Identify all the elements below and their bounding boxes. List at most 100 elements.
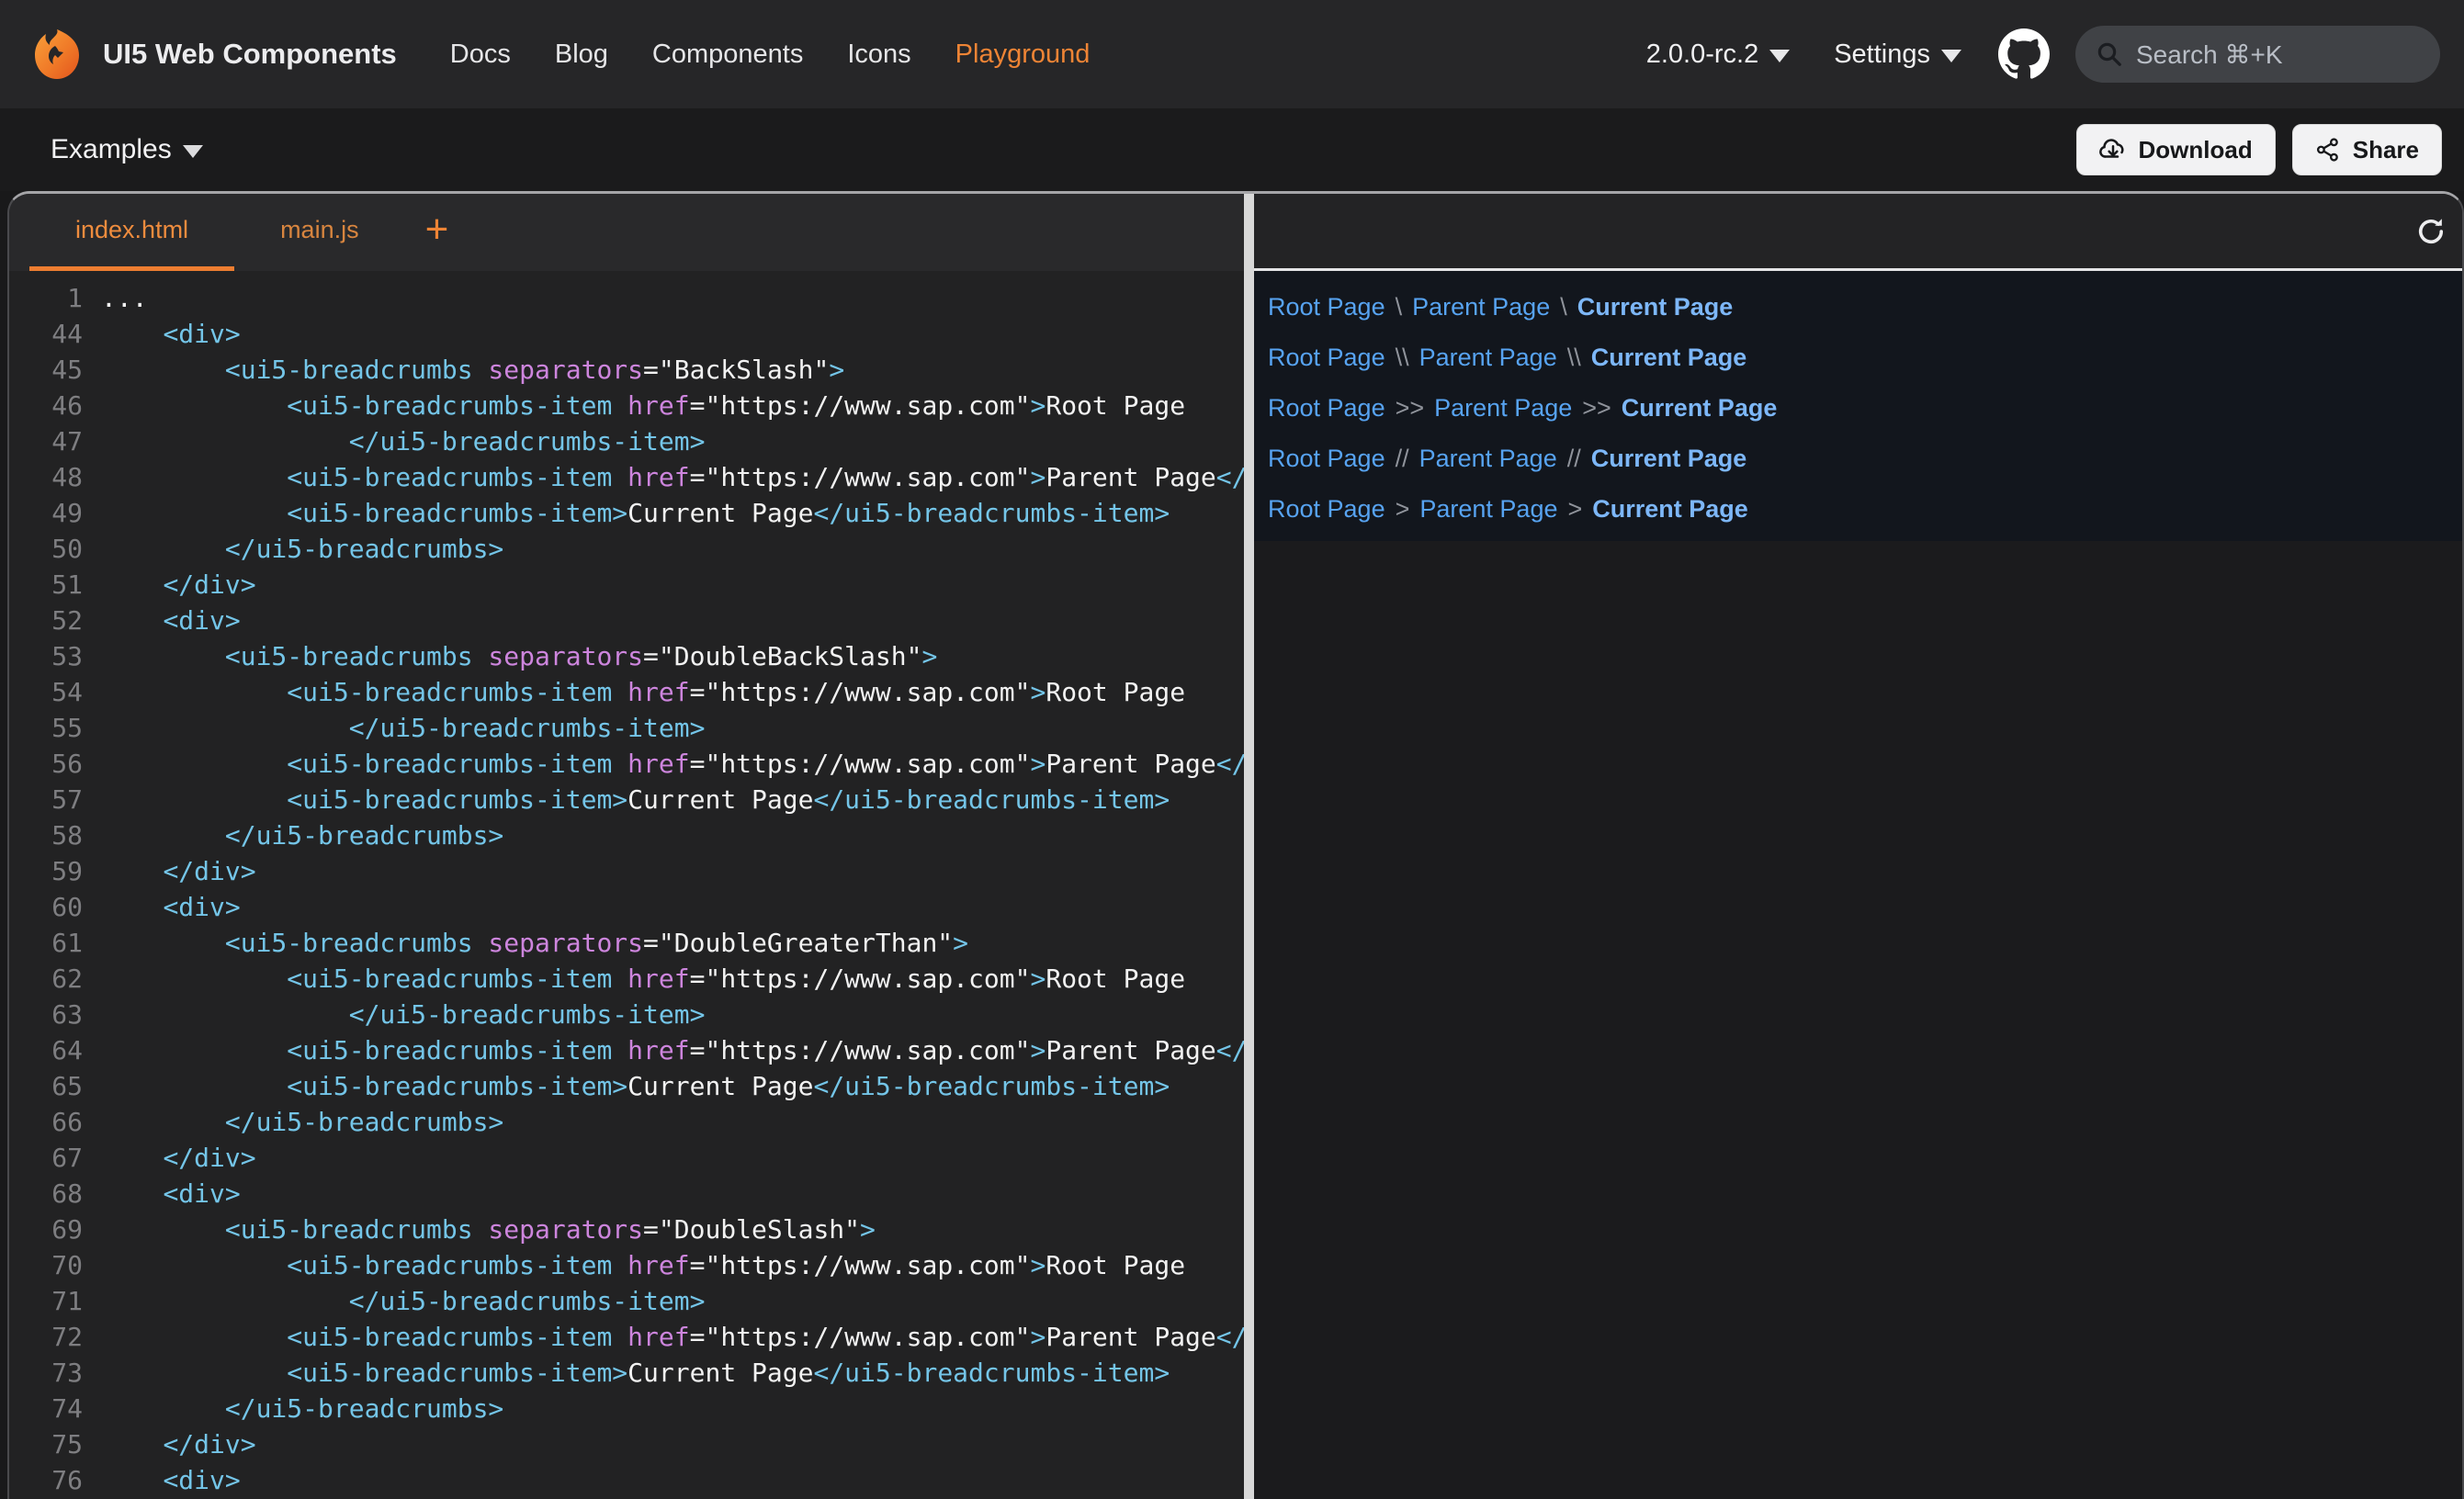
line-number: 61 — [9, 925, 83, 961]
code-line: 70 <ui5-breadcrumbs-item href="https://w… — [9, 1247, 1244, 1283]
line-number: 44 — [9, 316, 83, 352]
code-line: 66 </ui5-breadcrumbs> — [9, 1104, 1244, 1140]
code-line: 67 </div> — [9, 1140, 1244, 1176]
breadcrumbs-row: Root Page\\Parent Page\\Current Page — [1268, 332, 2462, 383]
add-tab-button[interactable]: + — [425, 194, 449, 271]
nav-links: Docs Blog Components Icons Playground — [428, 39, 1113, 70]
breadcrumb-link[interactable]: Root Page — [1268, 394, 1385, 423]
code-line: 64 <ui5-breadcrumbs-item href="https://w… — [9, 1032, 1244, 1068]
examples-toolbar: Examples Download Share — [0, 108, 2464, 191]
ui5-logo-icon[interactable] — [31, 28, 83, 81]
code-line-content: <ui5-breadcrumbs-item>Current Page</ui5-… — [101, 1068, 1170, 1104]
breadcrumb-link[interactable]: Parent Page — [1419, 344, 1557, 372]
code-line: 60 <div> — [9, 889, 1244, 925]
search-input[interactable]: Search ⌘+K — [2075, 26, 2440, 83]
playground-stage: index.htmlmain.js + 1...44 <div>45 <ui5-b… — [7, 191, 2464, 1499]
share-button[interactable]: Share — [2292, 124, 2442, 175]
nav-link-docs[interactable]: Docs — [450, 39, 511, 70]
code-line: 46 <ui5-breadcrumbs-item href="https://w… — [9, 388, 1244, 423]
code-line-content: <ui5-breadcrumbs-item>Current Page</ui5-… — [101, 782, 1170, 817]
playground-screen: UI5 Web Components Docs Blog Components Ico… — [0, 0, 2464, 1499]
breadcrumb-separator: \\ — [1396, 344, 1409, 372]
code-line-content: </div> — [101, 1140, 256, 1176]
preview-breadcrumbs: Root Page\Parent Page\Current PageRoot P… — [1254, 271, 2462, 541]
code-line-content: ... — [101, 280, 148, 316]
code-line-content: <ui5-breadcrumbs separators="DoubleSlash… — [101, 1212, 876, 1247]
code-line: 52 <div> — [9, 603, 1244, 638]
code-line: 59 </div> — [9, 853, 1244, 889]
code-line-content: </ui5-breadcrumbs> — [101, 817, 503, 853]
download-button[interactable]: Download — [2076, 124, 2276, 175]
version-selector[interactable]: 2.0.0-rc.2 — [1646, 39, 1791, 70]
code-line-content: <ui5-breadcrumbs-item>Current Page</ui5-… — [101, 495, 1170, 531]
code-line-content: </ui5-breadcrumbs-item> — [101, 710, 705, 746]
code-line: 62 <ui5-breadcrumbs-item href="https://w… — [9, 961, 1244, 997]
code-line: 55 </ui5-breadcrumbs-item> — [9, 710, 1244, 746]
github-icon[interactable] — [1998, 28, 2050, 80]
breadcrumb-link[interactable]: Root Page — [1268, 293, 1385, 321]
breadcrumbs-row: Root Page\Parent Page\Current Page — [1268, 282, 2462, 332]
breadcrumb-separator: \ — [1396, 293, 1403, 321]
nav-link-blog[interactable]: Blog — [555, 39, 608, 70]
code-area[interactable]: 1...44 <div>45 <ui5-breadcrumbs separato… — [9, 271, 1244, 1499]
settings-menu[interactable]: Settings — [1834, 39, 1961, 70]
code-line: 71 </ui5-breadcrumbs-item> — [9, 1283, 1244, 1319]
breadcrumb-link[interactable]: Parent Page — [1434, 394, 1572, 423]
code-line-content: <ui5-breadcrumbs separators="DoubleGreat… — [101, 925, 968, 961]
breadcrumb-link[interactable]: Root Page — [1268, 445, 1385, 473]
refresh-button[interactable] — [2413, 213, 2449, 250]
code-line: 45 <ui5-breadcrumbs separators="BackSlas… — [9, 352, 1244, 388]
chevron-down-icon — [1769, 50, 1790, 62]
download-label: Download — [2139, 136, 2253, 164]
editor-tab-main.js[interactable]: main.js — [234, 194, 405, 271]
chevron-down-icon — [1941, 50, 1961, 62]
line-number: 67 — [9, 1140, 83, 1176]
code-line: 74 </ui5-breadcrumbs> — [9, 1391, 1244, 1426]
line-number: 60 — [9, 889, 83, 925]
code-line: 44 <div> — [9, 316, 1244, 352]
examples-label: Examples — [51, 134, 172, 165]
line-number: 73 — [9, 1355, 83, 1391]
breadcrumb-link[interactable]: Parent Page — [1419, 445, 1557, 473]
code-line: 1... — [9, 280, 1244, 316]
breadcrumb-link[interactable]: Root Page — [1268, 344, 1385, 372]
breadcrumb-separator: // — [1396, 445, 1409, 473]
examples-dropdown[interactable]: Examples — [51, 134, 203, 165]
line-number: 45 — [9, 352, 83, 388]
line-number: 71 — [9, 1283, 83, 1319]
code-line-content: <ui5-breadcrumbs-item href="https://www.… — [101, 459, 1244, 495]
refresh-icon — [2414, 215, 2447, 248]
brand-title: UI5 Web Components — [103, 38, 397, 71]
line-number: 63 — [9, 997, 83, 1032]
code-line: 48 <ui5-breadcrumbs-item href="https://w… — [9, 459, 1244, 495]
nav-link-icons[interactable]: Icons — [847, 39, 910, 70]
line-number: 54 — [9, 674, 83, 710]
breadcrumb-link[interactable]: Parent Page — [1412, 293, 1550, 321]
code-line-content: </ui5-breadcrumbs> — [101, 1104, 503, 1140]
editor-tab-index.html[interactable]: index.html — [29, 194, 234, 271]
line-number: 51 — [9, 567, 83, 603]
code-line: 58 </ui5-breadcrumbs> — [9, 817, 1244, 853]
top-navbar: UI5 Web Components Docs Blog Components Ico… — [0, 0, 2464, 108]
code-line-content: <ui5-breadcrumbs separators="BackSlash"> — [101, 352, 844, 388]
code-line: 68 <div> — [9, 1176, 1244, 1212]
code-line-content: </div> — [101, 1426, 256, 1462]
code-line: 51 </div> — [9, 567, 1244, 603]
breadcrumb-current: Current Page — [1577, 293, 1734, 321]
breadcrumb-separator: \\ — [1567, 344, 1581, 372]
breadcrumb-link[interactable]: Root Page — [1268, 495, 1385, 524]
code-line-content: </div> — [101, 567, 256, 603]
code-line: 73 <ui5-breadcrumbs-item>Current Page</u… — [9, 1355, 1244, 1391]
breadcrumbs-row: Root Page//Parent Page//Current Page — [1268, 434, 2462, 484]
line-number: 1 — [9, 280, 83, 316]
code-line: 65 <ui5-breadcrumbs-item>Current Page</u… — [9, 1068, 1244, 1104]
nav-link-components[interactable]: Components — [652, 39, 803, 70]
line-number: 72 — [9, 1319, 83, 1355]
code-line: 63 </ui5-breadcrumbs-item> — [9, 997, 1244, 1032]
nav-link-playground[interactable]: Playground — [955, 39, 1091, 70]
line-number: 64 — [9, 1032, 83, 1068]
breadcrumb-link[interactable]: Parent Page — [1419, 495, 1557, 524]
code-line: 57 <ui5-breadcrumbs-item>Current Page</u… — [9, 782, 1244, 817]
pane-resizer-handle[interactable] — [1244, 194, 1254, 1499]
code-line-content: </ui5-breadcrumbs-item> — [101, 1283, 705, 1319]
